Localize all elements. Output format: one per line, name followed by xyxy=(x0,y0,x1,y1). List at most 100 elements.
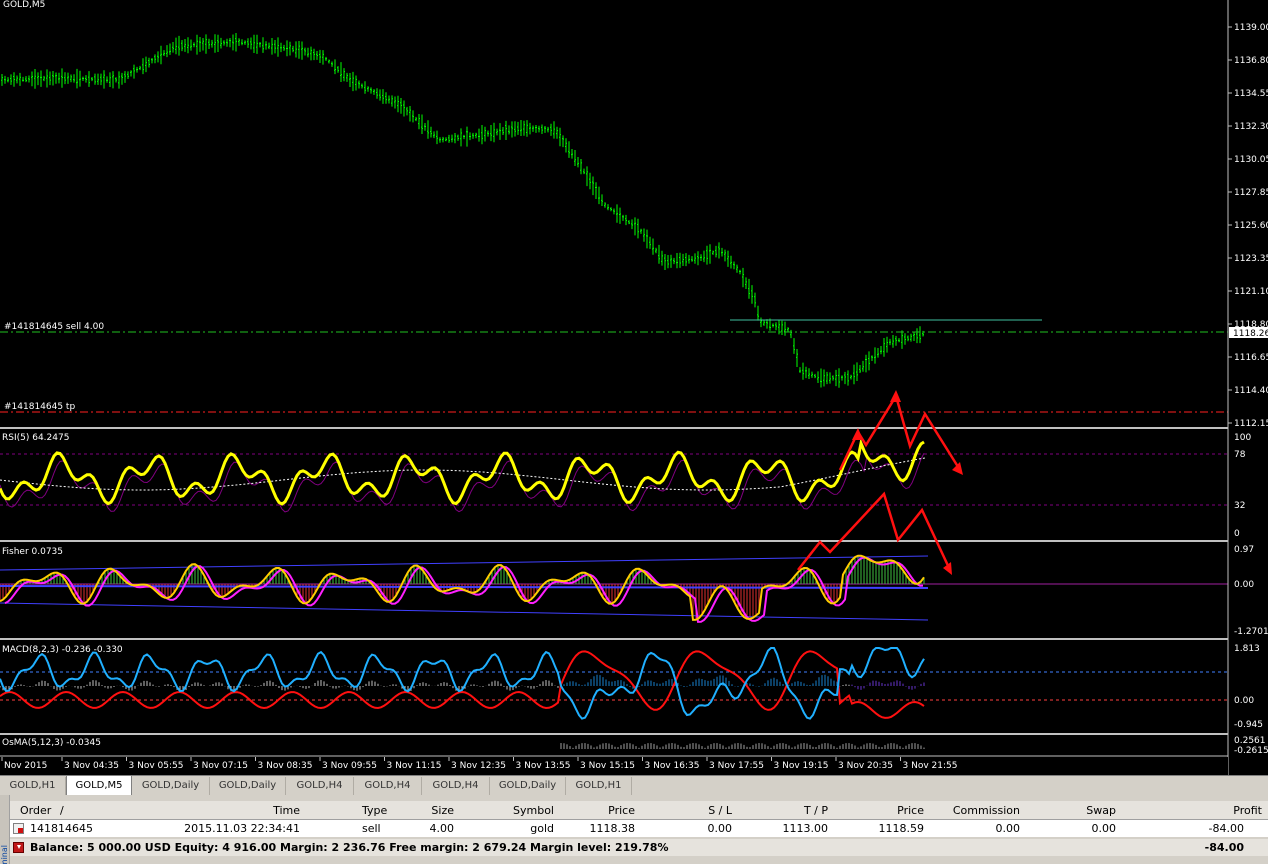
macd-axis-label: -0.945 xyxy=(1234,720,1263,730)
osma-histogram-bar xyxy=(641,745,643,749)
osma-histogram-bar xyxy=(722,745,724,749)
osma-axis-label: -0.2615 xyxy=(1234,746,1268,756)
osma-histogram-bar xyxy=(668,743,670,749)
price-panel[interactable]: GOLD,M5 #141814645 sell 4.00 #141814645 … xyxy=(0,0,1228,428)
osma-histogram-bar xyxy=(833,746,835,749)
time-axis[interactable]: Nov 2015 3 Nov 04:35 3 Nov 05:55 3 Nov 07:1… xyxy=(0,757,1228,775)
osma-histogram-bar xyxy=(608,743,610,749)
osma-histogram xyxy=(560,743,925,749)
col-commission[interactable]: Commission xyxy=(950,804,1020,817)
osma-histogram-bar xyxy=(803,743,805,749)
time-tick-label: 3 Nov 07:15 xyxy=(193,761,248,771)
chart-tab[interactable]: GOLD,H4 xyxy=(354,777,422,795)
osma-histogram-bar xyxy=(593,747,595,749)
chart-area[interactable]: GOLD,M5 #141814645 sell 4.00 #141814645 … xyxy=(0,0,1268,775)
col-order[interactable]: Order xyxy=(20,804,51,817)
osma-histogram-bar xyxy=(725,747,727,749)
order-row[interactable]: 141814645 2015.11.03 22:34:41 sell 4.00 … xyxy=(10,820,1268,837)
order-line-label: #141814645 sell 4.00 xyxy=(4,322,104,332)
col-time[interactable]: Time xyxy=(240,804,300,817)
osma-histogram-bar xyxy=(689,743,691,749)
rsi-signal-line xyxy=(0,452,925,513)
col-price[interactable]: Price xyxy=(580,804,635,817)
time-tick-label: 3 Nov 15:15 xyxy=(580,761,635,771)
time-tick-label: 3 Nov 20:35 xyxy=(838,761,893,771)
col-symbol[interactable]: Symbol xyxy=(490,804,554,817)
osma-histogram-bar xyxy=(782,743,784,749)
osma-histogram-bar xyxy=(596,746,598,749)
tp-line-label: #141814645 tp xyxy=(4,402,75,412)
price-tick-label: 1132.30 xyxy=(1234,122,1268,132)
osma-histogram-bar xyxy=(599,744,601,749)
fisher-axis-label: 0.97 xyxy=(1234,545,1254,555)
time-tick-label: 3 Nov 04:35 xyxy=(64,761,119,771)
osma-histogram-bar xyxy=(764,744,766,749)
chart-tabs-bar: GOLD,H1 GOLD,M5 GOLD,Daily GOLD,Daily GOLD,H… xyxy=(0,775,1268,796)
col-size[interactable]: Size xyxy=(410,804,454,817)
osma-histogram-bar xyxy=(683,747,685,749)
osma-histogram-bar xyxy=(737,743,739,749)
osma-histogram-bar xyxy=(767,746,769,749)
chart-tab[interactable]: GOLD,H1 xyxy=(566,777,632,795)
time-tick-label: 3 Nov 21:55 xyxy=(903,761,958,771)
terminal-side-strip[interactable]: Terminal xyxy=(0,795,10,864)
rsi-panel[interactable]: RSI(5) 64.2475 xyxy=(0,433,1228,513)
chart-tab[interactable]: GOLD,H4 xyxy=(286,777,354,795)
macd-axis-label: 1.813 xyxy=(1234,644,1260,654)
fisher-panel[interactable]: Fisher 0.0735 xyxy=(0,547,1228,623)
col-profit[interactable]: Profit xyxy=(1190,804,1262,817)
osma-histogram-bar xyxy=(869,743,871,749)
osma-histogram-bar xyxy=(908,744,910,749)
chart-tab[interactable]: GOLD,Daily xyxy=(210,777,286,795)
osma-histogram-bar xyxy=(815,747,817,749)
osma-histogram-bar xyxy=(695,743,697,749)
macd-panel[interactable]: MACD(8,2,3) -0.236 -0.330 xyxy=(0,645,1228,720)
osma-histogram-bar xyxy=(617,747,619,749)
chart-tab[interactable]: GOLD,H4 xyxy=(422,777,490,795)
price-tick-label: 1134.55 xyxy=(1234,89,1268,99)
osma-histogram-bar xyxy=(788,745,790,749)
col-sl[interactable]: S / L xyxy=(690,804,732,817)
osma-histogram-bar xyxy=(887,743,889,749)
osma-histogram-bar xyxy=(656,745,658,749)
symbol-title: GOLD,M5 xyxy=(3,0,45,10)
osma-histogram-bar xyxy=(881,747,883,749)
col-current-price[interactable]: Price xyxy=(870,804,924,817)
chart-tab[interactable]: GOLD,Daily xyxy=(490,777,566,795)
osma-histogram-bar xyxy=(839,745,841,749)
osma-histogram-bar xyxy=(884,745,886,749)
order-size: 4.00 xyxy=(429,822,455,835)
osma-histogram-bar xyxy=(638,747,640,749)
osma-histogram-bar xyxy=(845,743,847,749)
col-type[interactable]: Type xyxy=(362,804,387,817)
time-tick-label: Nov 2015 xyxy=(4,761,47,771)
osma-histogram-bar xyxy=(647,743,649,749)
chart-tab[interactable]: GOLD,Daily xyxy=(132,777,210,795)
order-commission: 0.00 xyxy=(995,822,1021,835)
osma-panel[interactable]: OsMA(5,12,3) -0.0345 xyxy=(2,738,925,749)
osma-histogram-bar xyxy=(746,746,748,749)
terminal-header-row: Order / Time Type Size Symbol Price S / … xyxy=(10,801,1268,820)
price-tick-label: 1114.40 xyxy=(1234,386,1268,396)
osma-histogram-bar xyxy=(569,746,571,749)
chart-tab[interactable]: GOLD,H1 xyxy=(0,777,66,795)
osma-histogram-bar xyxy=(584,743,586,749)
order-symbol: gold xyxy=(530,822,554,835)
osma-histogram-bar xyxy=(827,743,829,749)
osma-histogram-bar xyxy=(671,743,673,749)
osma-histogram-bar xyxy=(710,744,712,749)
price-axis[interactable]: 1139.00 1136.80 1134.55 1132.30 1130.05 1127.… xyxy=(1227,0,1268,775)
col-tp[interactable]: T / P xyxy=(790,804,828,817)
osma-histogram-bar xyxy=(626,743,628,749)
osma-histogram-bar xyxy=(914,743,916,749)
order-id: 141814645 xyxy=(30,822,93,835)
osma-histogram-bar xyxy=(605,743,607,749)
osma-histogram-bar xyxy=(857,747,859,749)
chart-tab[interactable]: GOLD,M5 xyxy=(66,776,132,796)
order-current-price: 1118.59 xyxy=(878,822,925,835)
osma-histogram-bar xyxy=(818,745,820,749)
osma-histogram-bar xyxy=(902,747,904,749)
osma-histogram-bar xyxy=(665,744,667,749)
osma-histogram-bar xyxy=(698,744,700,749)
col-swap[interactable]: Swap xyxy=(1070,804,1116,817)
